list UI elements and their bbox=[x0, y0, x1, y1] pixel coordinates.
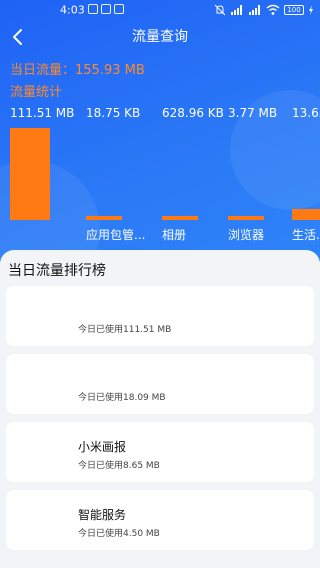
notification-icon bbox=[88, 4, 98, 14]
notification-icons bbox=[88, 4, 124, 14]
ranking-item[interactable]: 今日已使用111.51 MB bbox=[6, 286, 314, 346]
notification-icon bbox=[101, 4, 111, 14]
bar-category-label: 浏览器 bbox=[228, 228, 265, 242]
mute-icon bbox=[214, 4, 226, 16]
today-total-text: 当日流量：155.93 MB bbox=[10, 63, 145, 78]
bar bbox=[86, 216, 122, 220]
usage-text: 今日已使用111.51 MB bbox=[78, 325, 172, 335]
bar-value-label: 13.65 bbox=[292, 106, 320, 120]
app-icon bbox=[18, 362, 58, 402]
ranking-title: 当日流量排行榜 bbox=[8, 263, 106, 279]
bar bbox=[292, 208, 320, 220]
traffic-bar-chart: 111.51 MB 18.75 KB 应用包管... 628.96 KB 相册 3.77 … bbox=[0, 104, 320, 250]
bar bbox=[10, 128, 50, 220]
signal-icon bbox=[231, 5, 242, 15]
ranking-panel: 当日流量排行榜 今日已使用111.51 MB 今日已使用18.09 MB 小米画… bbox=[0, 250, 320, 568]
ranking-item[interactable]: 智能服务 今日已使用4.50 MB bbox=[6, 490, 314, 550]
bar-value-label: 111.51 MB bbox=[10, 106, 75, 120]
ranking-item[interactable]: 今日已使用18.09 MB bbox=[6, 354, 314, 414]
nav-bar: 流量查询 bbox=[0, 22, 320, 52]
signal-icon bbox=[249, 5, 260, 15]
usage-text: 今日已使用18.09 MB bbox=[78, 393, 166, 403]
status-time: 4:03 bbox=[60, 3, 85, 17]
app-name: 智能服务 bbox=[78, 508, 127, 522]
bar bbox=[228, 216, 264, 220]
notification-icon bbox=[114, 4, 124, 14]
bar bbox=[162, 216, 198, 220]
app-name: 小米画报 bbox=[78, 440, 127, 454]
bar-category-label: 生活... bbox=[292, 228, 320, 242]
charging-icon bbox=[309, 5, 313, 15]
usage-text: 今日已使用4.50 MB bbox=[78, 529, 160, 539]
system-icons: 100 bbox=[214, 4, 314, 16]
wifi-icon bbox=[266, 4, 280, 15]
bar-value-label: 628.96 KB bbox=[162, 106, 224, 120]
status-bar: 4:03 100 bbox=[0, 0, 320, 22]
usage-text: 今日已使用8.65 MB bbox=[78, 461, 160, 471]
battery-icon: 100 bbox=[284, 5, 304, 15]
stats-section-label: 流量统计 bbox=[10, 85, 63, 100]
app-icon bbox=[18, 498, 58, 538]
app-icon bbox=[18, 294, 58, 334]
app-icon bbox=[18, 430, 58, 470]
bar-value-label: 3.77 MB bbox=[228, 106, 278, 120]
page-title: 流量查询 bbox=[132, 29, 188, 45]
ranking-item[interactable]: 小米画报 今日已使用8.65 MB bbox=[6, 422, 314, 482]
bar-category-label: 应用包管... bbox=[86, 228, 146, 242]
bar-value-label: 18.75 KB bbox=[86, 106, 141, 120]
bar-category-label: 相册 bbox=[162, 228, 187, 242]
